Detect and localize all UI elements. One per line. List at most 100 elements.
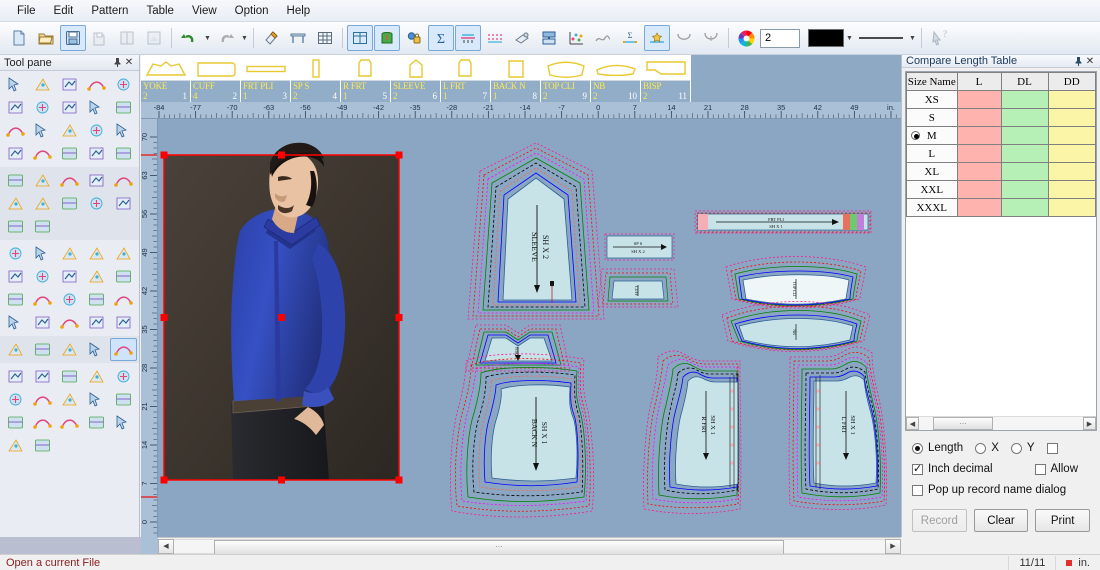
save-piece-icon[interactable]: [114, 25, 140, 51]
pattern-tab-bisp[interactable]: BISP 2 11: [641, 55, 691, 102]
open-folder-icon[interactable]: [33, 25, 59, 51]
pattern-tab-cuff[interactable]: CUFF 4 2: [191, 55, 241, 102]
pattern-canvas[interactable]: SLEEVE SH X 2 SP S SH X 2 CUFF YOKE FRT …: [158, 119, 901, 537]
two-pieces-icon[interactable]: [2, 311, 29, 334]
lock-color-icon[interactable]: [401, 25, 427, 51]
radio-y[interactable]: [1010, 442, 1022, 454]
cell-dd[interactable]: [1047, 180, 1096, 199]
intersect-icon[interactable]: [29, 142, 56, 165]
cell-l[interactable]: [956, 144, 1002, 163]
line-width-input[interactable]: 2: [760, 28, 800, 48]
table-row[interactable]: S: [906, 108, 1096, 127]
back-piece[interactable]: BACK N SH X 1: [449, 353, 595, 518]
grade-fan-icon[interactable]: [29, 411, 56, 434]
save-as-icon[interactable]: [87, 25, 113, 51]
save-icon[interactable]: [60, 25, 86, 51]
grade-spread-icon[interactable]: [56, 411, 83, 434]
yoke-piece[interactable]: YOKE: [465, 324, 571, 372]
grade-split-icon[interactable]: [29, 434, 56, 457]
grade-node-icon[interactable]: [83, 338, 110, 361]
checkbox-inch-decimal[interactable]: [912, 462, 923, 475]
t-square-icon[interactable]: [110, 192, 137, 215]
pattern-tab-back-n[interactable]: BACK N1 8: [491, 55, 541, 102]
seam-shift-icon[interactable]: [83, 242, 110, 265]
col-dd[interactable]: DD: [1047, 72, 1096, 91]
piece-green-icon[interactable]: [374, 25, 400, 51]
cell-l[interactable]: [956, 108, 1002, 127]
piece-rotate-icon[interactable]: [2, 288, 29, 311]
table-row[interactable]: XL: [906, 162, 1096, 181]
scissors-icon[interactable]: [56, 119, 83, 142]
piece-corner-icon[interactable]: [110, 265, 137, 288]
menu-help[interactable]: Help: [278, 2, 320, 20]
menu-file[interactable]: File: [8, 2, 45, 20]
line-color-swatch[interactable]: [808, 29, 844, 47]
clear-button[interactable]: Clear: [973, 509, 1029, 532]
two-circles-icon[interactable]: [110, 119, 137, 142]
col-dl[interactable]: DL: [1000, 72, 1049, 91]
menu-pattern[interactable]: Pattern: [82, 2, 137, 20]
multi-node-icon[interactable]: [56, 96, 83, 119]
undo-dropdown-caret-icon[interactable]: ▼: [203, 25, 212, 51]
corner-point-icon[interactable]: [110, 96, 137, 119]
curve-notch-icon[interactable]: [698, 25, 724, 51]
piece-pin-icon[interactable]: [29, 311, 56, 334]
cell-l[interactable]: [956, 126, 1002, 145]
cell-dd[interactable]: [1047, 144, 1096, 163]
pleat-series-icon[interactable]: [2, 215, 29, 238]
collar-band-piece[interactable]: NB: [721, 301, 871, 352]
sleeve-piece[interactable]: SLEEVE SH X 2: [467, 142, 605, 320]
curve-grade-icon[interactable]: [29, 388, 56, 411]
stack-layers-icon[interactable]: [110, 338, 137, 361]
nest-pieces-icon[interactable]: [536, 25, 562, 51]
window-grid-icon[interactable]: [347, 25, 373, 51]
checkbox-extra[interactable]: [1046, 442, 1058, 454]
cell-dl[interactable]: [1000, 90, 1049, 109]
line-styles-icon[interactable]: [110, 169, 137, 192]
grade-center-icon[interactable]: [2, 434, 29, 457]
save-marker-icon[interactable]: [141, 25, 167, 51]
table-row[interactable]: L: [906, 144, 1096, 163]
close-icon[interactable]: ✕: [1084, 55, 1096, 67]
cell-dl[interactable]: [1000, 144, 1049, 163]
radio-x[interactable]: [975, 442, 987, 454]
cell-l[interactable]: [956, 180, 1002, 199]
piece-flip-icon[interactable]: [83, 288, 110, 311]
model-photo[interactable]: [160, 142, 403, 484]
checkbox-allow[interactable]: [1034, 463, 1046, 475]
grade-table-icon[interactable]: [56, 365, 83, 388]
letter-a-icon[interactable]: [56, 142, 83, 165]
cell-dd[interactable]: [1047, 90, 1096, 109]
table-scroll-left-arrow-icon[interactable]: ◀: [906, 417, 919, 430]
pocket-icon[interactable]: [29, 242, 56, 265]
grid-table-icon[interactable]: [312, 25, 338, 51]
color-dropdown-caret-icon[interactable]: ▼: [845, 25, 854, 51]
grade-box-icon[interactable]: [2, 338, 29, 361]
pattern-tab-l-frt[interactable]: L FRT 1 7: [441, 55, 491, 102]
button-icon[interactable]: [56, 265, 83, 288]
cell-dl[interactable]: [1000, 198, 1049, 217]
grade-cross-icon[interactable]: [110, 411, 137, 434]
line-style-preview[interactable]: [855, 29, 907, 47]
piece-outline-icon[interactable]: [110, 288, 137, 311]
measure-sigma-icon[interactable]: Σ: [617, 25, 643, 51]
line-style-caret-icon[interactable]: ▼: [908, 25, 917, 51]
sleeve-piece-icon[interactable]: [56, 242, 83, 265]
row-selected-radio[interactable]: [911, 131, 920, 140]
link-chain-icon[interactable]: [29, 215, 56, 238]
corner-grade-icon[interactable]: [2, 388, 29, 411]
record-button[interactable]: Record: [912, 509, 967, 532]
scatter-points-icon[interactable]: [563, 25, 589, 51]
menu-edit[interactable]: Edit: [45, 2, 83, 20]
select-arrow-icon[interactable]: [2, 73, 29, 96]
sew-machine-icon[interactable]: [56, 338, 83, 361]
curve-graph-icon[interactable]: [590, 25, 616, 51]
grommet-icon[interactable]: [83, 265, 110, 288]
mirror-icon[interactable]: [29, 169, 56, 192]
cell-dd[interactable]: [1047, 126, 1096, 145]
fill-bucket-icon[interactable]: [83, 169, 110, 192]
cell-dl[interactable]: [1000, 162, 1049, 181]
menu-view[interactable]: View: [183, 2, 226, 20]
checkbox-popup-record-name[interactable]: [912, 484, 923, 496]
grade-rotate-icon[interactable]: [110, 365, 137, 388]
